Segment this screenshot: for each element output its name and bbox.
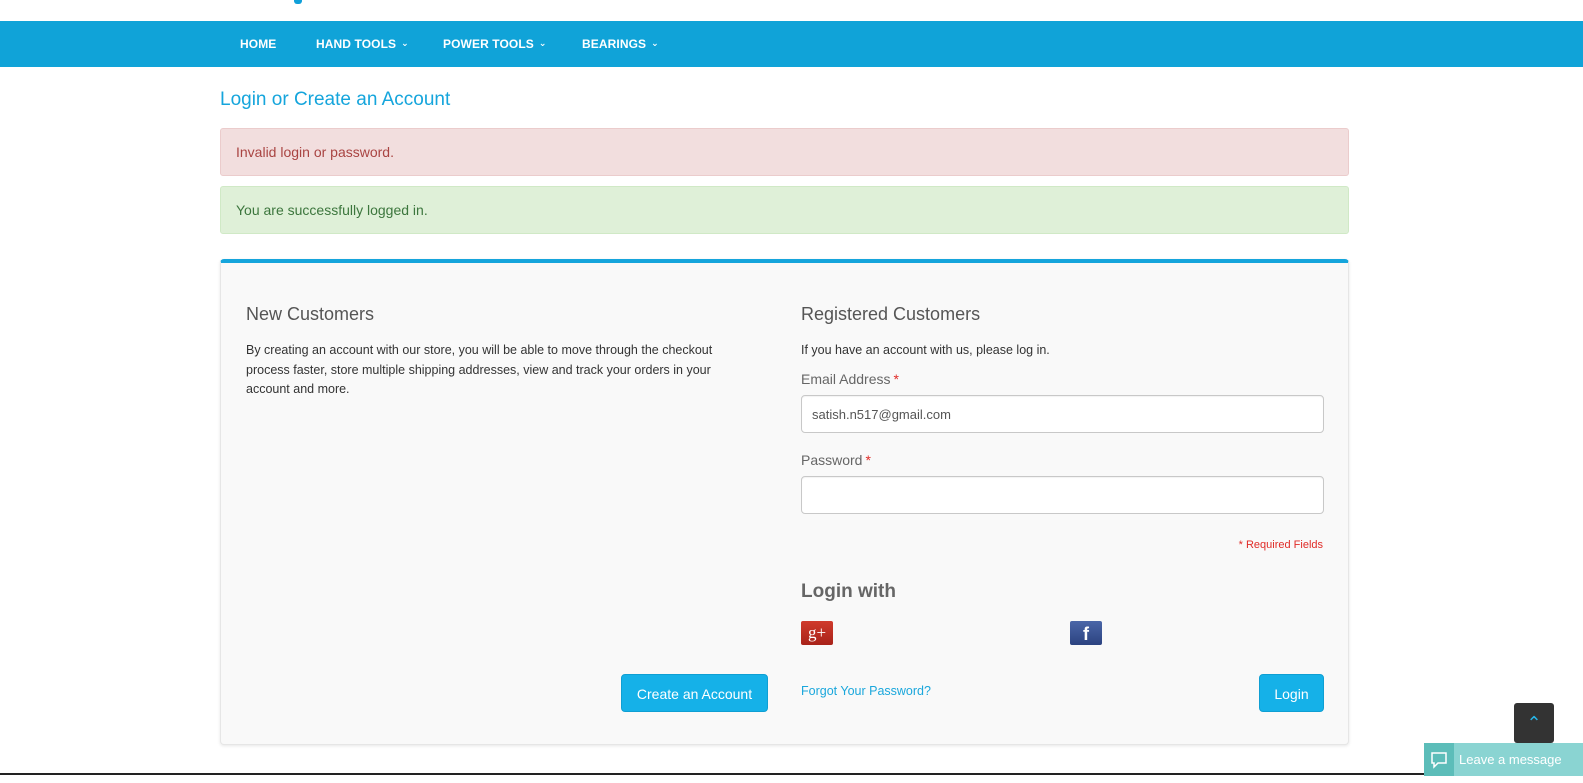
nav-item-label: HOME	[240, 37, 277, 51]
required-marker: *	[865, 452, 871, 468]
nav-item-label: POWER TOOLS	[443, 37, 534, 51]
login-with-heading: Login with	[801, 581, 896, 602]
registered-customers-heading: Registered Customers	[801, 304, 981, 324]
nav-item-home[interactable]: HOME	[240, 21, 276, 67]
nav-item-label: HAND TOOLS	[316, 37, 397, 51]
google-plus-icon[interactable]: g+	[801, 621, 833, 645]
chevron-up-icon: ⌃	[1526, 713, 1542, 733]
nav-item-hand-tools[interactable]: HAND TOOLS ⌄	[316, 21, 409, 67]
new-customers-heading: New Customers	[246, 304, 375, 324]
required-marker: *	[893, 371, 899, 387]
registered-customers-intro: If you have an account with us, please l…	[801, 343, 1050, 357]
page-title: Login or Create an Account	[220, 89, 451, 110]
email-label: Email Address *	[801, 371, 899, 387]
top-header-strip	[0, 0, 1583, 21]
main-navigation: HOME HAND TOOLS ⌄ POWER TOOLS ⌄ BEARINGS ⌄	[0, 21, 1583, 67]
nav-item-power-tools[interactable]: POWER TOOLS ⌄	[443, 21, 547, 67]
leave-message-widget[interactable]: Leave a message	[1424, 743, 1583, 776]
chevron-down-icon: ⌄	[538, 38, 547, 48]
chevron-down-icon: ⌄	[401, 38, 409, 48]
footer-divider	[0, 773, 1424, 775]
error-message: Invalid login or password.	[220, 128, 1349, 176]
login-panel: New Customers By creating an account wit…	[220, 259, 1349, 745]
email-label-text: Email Address	[801, 371, 891, 387]
email-field[interactable]	[801, 395, 1324, 433]
facebook-icon[interactable]: f	[1070, 621, 1102, 645]
password-field[interactable]	[801, 476, 1324, 514]
login-button[interactable]: Login	[1259, 674, 1324, 712]
create-account-button[interactable]: Create an Account	[621, 674, 768, 712]
chat-bubble-icon	[1424, 743, 1454, 776]
password-label: Password *	[801, 452, 871, 468]
forgot-password-link[interactable]: Forgot Your Password?	[801, 684, 931, 698]
required-fields-note: * Required Fields	[1238, 539, 1323, 551]
logo-fragment[interactable]	[294, 0, 302, 4]
chevron-down-icon: ⌄	[651, 38, 659, 48]
password-label-text: Password	[801, 452, 863, 468]
nav-item-label: BEARINGS	[582, 37, 647, 51]
new-customers-description: By creating an account with our store, y…	[246, 343, 713, 396]
leave-message-label: Leave a message	[1459, 752, 1562, 767]
scroll-to-top-button[interactable]: ⌃	[1514, 703, 1554, 743]
success-message: You are successfully logged in.	[220, 186, 1349, 234]
nav-item-bearings[interactable]: BEARINGS ⌄	[582, 21, 659, 67]
